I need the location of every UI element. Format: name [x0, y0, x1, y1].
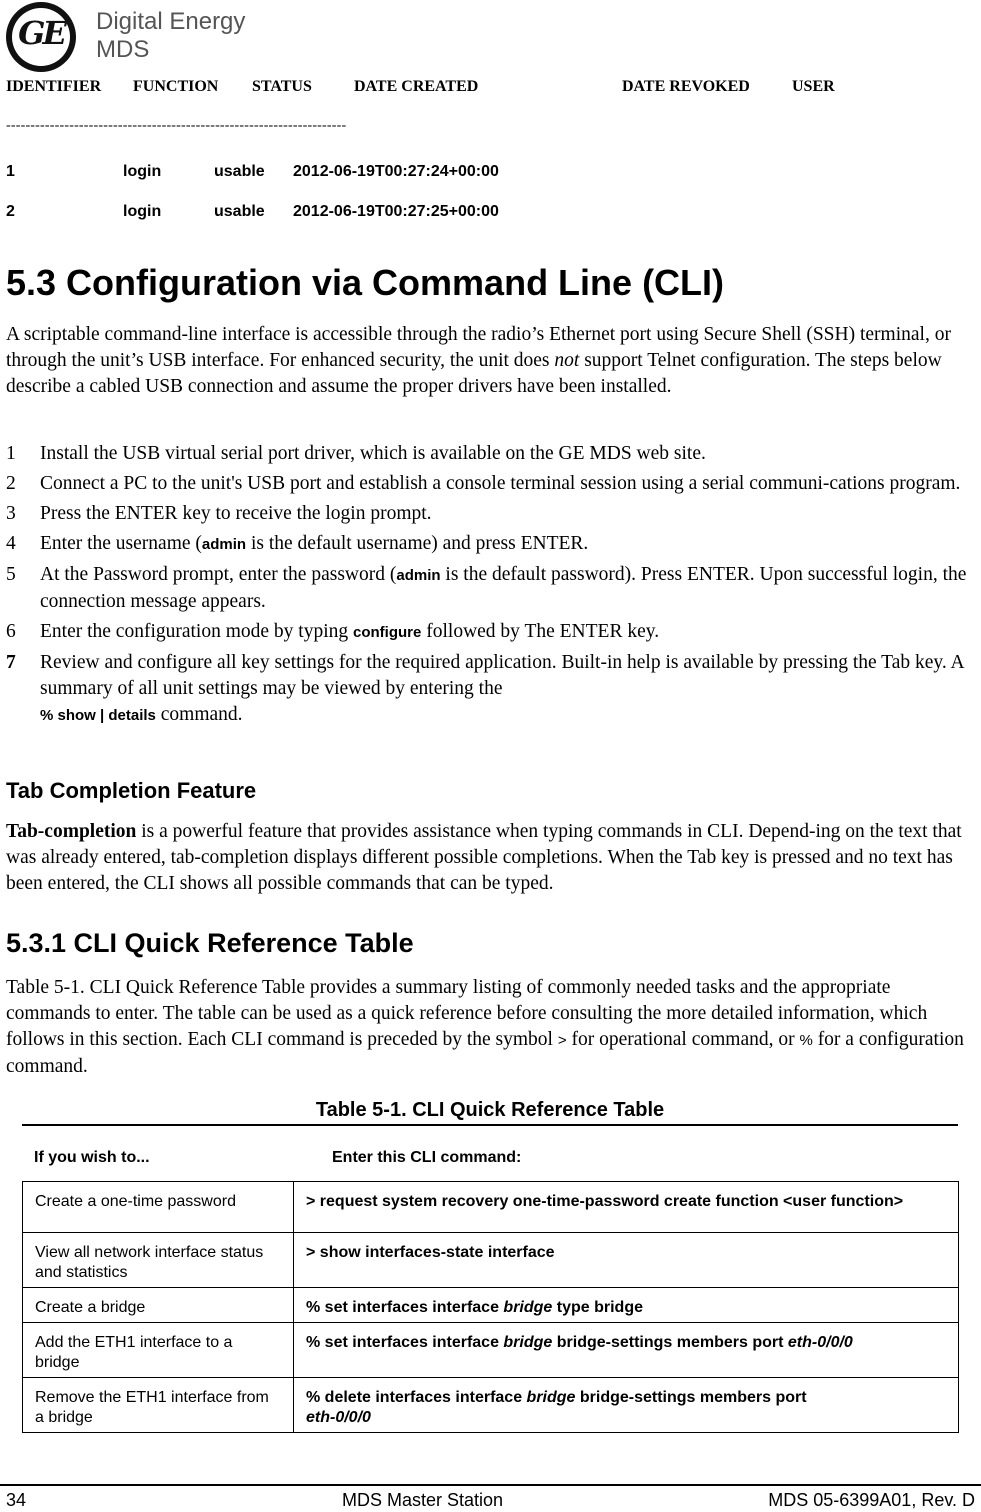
- inline-code: admin: [396, 567, 441, 584]
- step-item: 4 Enter the username (admin is the defaul…: [6, 533, 589, 554]
- otp-row: 2 login usable 2012-06-19T00:27:25+00:00: [6, 203, 499, 220]
- step-item: 7 Review and configure all key settings f…: [6, 652, 964, 725]
- table-caption-rule: [22, 1124, 958, 1126]
- col-date-created: DATE CREATED: [354, 78, 479, 95]
- step-item: 1 Install the USB virtual serial port dri…: [6, 443, 706, 464]
- section-intro: A scriptable command-line interface is a…: [6, 324, 951, 397]
- table-row: Create a bridge % set interfaces interfa…: [22, 1287, 959, 1323]
- col-status: STATUS: [252, 78, 312, 95]
- table-row: Add the ETH1 interface to a bridge % set…: [22, 1322, 959, 1378]
- brand-subname: MDS: [96, 36, 150, 63]
- col-date-revoked: DATE REVOKED: [622, 78, 750, 95]
- col-identifier: IDENTIFIER: [6, 78, 102, 95]
- cli-quick-reference-table: Create a one-time password > request sys…: [22, 1181, 959, 1433]
- tab-completion-text: Tab-completion is a powerful feature tha…: [6, 821, 962, 894]
- quick-ref-heading: 5.3.1 CLI Quick Reference Table: [6, 928, 414, 958]
- ge-digital-energy-logo: GE Digital Energy MDS: [6, 2, 246, 74]
- otp-row: 1 login usable 2012-06-19T00:27:24+00:00: [6, 163, 499, 180]
- step-item: 5 At the Password prompt, enter the passw…: [6, 564, 967, 612]
- otp-listing-header: IDENTIFIER FUNCTION STATUS DATE CREATED …: [6, 78, 906, 98]
- footer-title: MDS Master Station: [342, 1490, 504, 1510]
- section-title: 5.3 Configuration via Command Line (CLI): [6, 262, 725, 303]
- table-row: View all network interface status and st…: [22, 1232, 959, 1288]
- table-row: Remove the ETH1 interface from a bridge …: [22, 1377, 959, 1433]
- quick-ref-intro: Table 5-1. CLI Quick Reference Table pro…: [6, 977, 964, 1077]
- inline-code: % show | details: [40, 707, 156, 724]
- footer-rule: [0, 1484, 981, 1486]
- col-function: FUNCTION: [133, 78, 219, 95]
- column-header-command: Enter this CLI command:: [332, 1149, 522, 1166]
- table-caption: Table 5-1. CLI Quick Reference Table: [315, 1099, 665, 1121]
- table-row: Create a one-time password > request sys…: [22, 1181, 959, 1233]
- tab-completion-heading: Tab Completion Feature: [6, 778, 257, 803]
- step-item: 3 Press the ENTER key to receive the logi…: [6, 503, 432, 524]
- step-item: 2 Connect a PC to the unit's USB port and…: [6, 473, 961, 494]
- document-number: MDS 05-6399A01, Rev. D: [768, 1490, 975, 1510]
- column-header-task: If you wish to...: [34, 1149, 150, 1166]
- page-number: 34: [6, 1490, 27, 1510]
- col-user: USER: [792, 78, 835, 95]
- ge-monogram-icon: GE: [6, 2, 76, 72]
- setup-steps: 1 Install the USB virtual serial port dri…: [6, 441, 981, 733]
- inline-code: admin: [201, 536, 247, 553]
- otp-separator: ----------------------------------------…: [6, 118, 347, 133]
- step-item: 6 Enter the configuration mode by typing …: [6, 621, 660, 642]
- brand-name: Digital Energy: [96, 8, 246, 35]
- inline-code: configure: [353, 624, 422, 641]
